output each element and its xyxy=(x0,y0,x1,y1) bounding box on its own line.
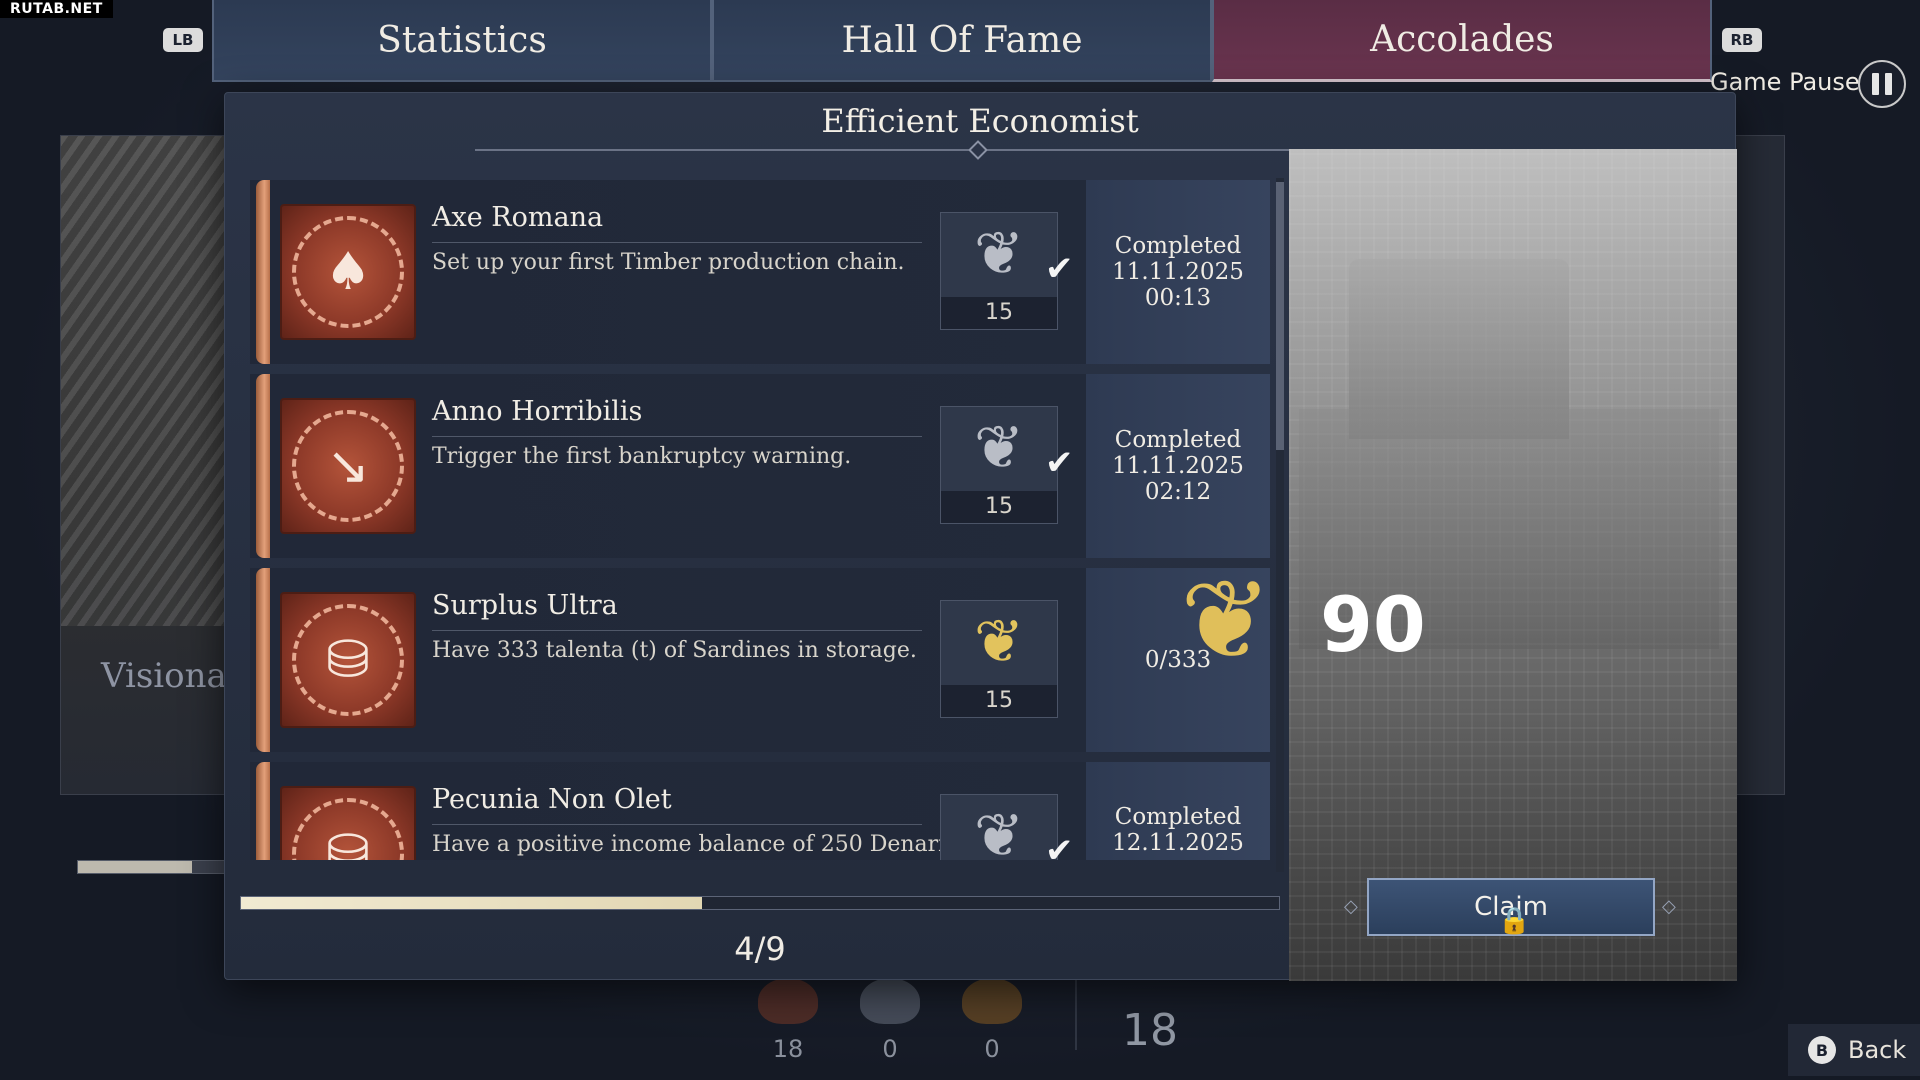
b-button-icon: B xyxy=(1808,1036,1836,1064)
reward-box: ❦ ✔ 15 xyxy=(940,794,1074,860)
status-time: 02:12 xyxy=(1144,479,1212,505)
name-divider xyxy=(432,630,922,631)
silver-count: 0 xyxy=(882,1035,898,1063)
achievement-status: Completed 12.11.2025 xyxy=(1086,762,1270,860)
silver-laurel-icon: ❦ xyxy=(973,801,1025,860)
reward-box: ❦ ✔ 15 xyxy=(940,212,1074,330)
achievement-list[interactable]: ♠ Axe Romana Set up your first Timber pr… xyxy=(250,180,1270,860)
name-divider xyxy=(432,824,922,825)
silver-laurel-icon: ❦ xyxy=(973,219,1025,289)
silver-medal-icon xyxy=(860,978,920,1024)
status-date: 12.11.2025 xyxy=(1112,830,1244,856)
tab-bar: Statistics Hall Of Fame Accolades xyxy=(212,0,1712,82)
achievement-row[interactable]: ⛁ Pecunia Non Olet Have a positive incom… xyxy=(250,762,1270,860)
background-card-label: Visionar xyxy=(101,656,244,696)
achievement-row[interactable]: ↘ Anno Horribilis Trigger the first bank… xyxy=(250,374,1270,558)
status-date: 11.11.2025 xyxy=(1112,259,1244,285)
lb-button[interactable]: LB xyxy=(163,28,203,52)
status-line-1: Completed xyxy=(1114,804,1242,830)
pause-icon[interactable] xyxy=(1858,60,1906,108)
tab-statistics[interactable]: Statistics xyxy=(212,0,712,82)
progress-bar xyxy=(240,896,1280,910)
achievement-name: Anno Horribilis xyxy=(432,396,643,427)
reward-points: 15 xyxy=(941,685,1057,717)
reward-artwork xyxy=(1289,149,1737,981)
coins-icon: ⛁ xyxy=(280,592,416,728)
achievement-description: Have 333 talenta (t) of Sardines in stor… xyxy=(432,638,917,663)
reward-points: 15 xyxy=(941,297,1057,329)
achievement-description: Trigger the first bankruptcy warning. xyxy=(432,444,852,469)
gold-count: 0 xyxy=(984,1035,1000,1063)
watermark: RUTAB.NET xyxy=(0,0,113,18)
name-divider xyxy=(432,436,922,437)
row-accent xyxy=(256,180,270,364)
bronze-count: 18 xyxy=(772,1035,804,1063)
gold-laurel-icon: ❦ xyxy=(1180,556,1273,684)
reward-box: ❦ ✔ 15 xyxy=(940,406,1074,524)
achievement-row[interactable]: ♠ Axe Romana Set up your first Timber pr… xyxy=(250,180,1270,364)
gold-medal-icon xyxy=(962,978,1022,1024)
back-label: Back xyxy=(1848,1036,1907,1064)
total-points: 90 xyxy=(1320,580,1426,669)
achievement-description: Have a positive income balance of 250 De… xyxy=(432,832,960,857)
row-accent xyxy=(256,568,270,752)
list-scrollbar[interactable] xyxy=(1276,178,1284,872)
falling-arrow-icon: ↘ xyxy=(280,398,416,534)
tab-hall-of-fame[interactable]: Hall Of Fame xyxy=(712,0,1212,82)
bottom-divider xyxy=(1075,980,1077,1050)
timber-icon: ♠ xyxy=(280,204,416,340)
achievement-name: Surplus Ultra xyxy=(432,590,618,621)
check-icon: ✔ xyxy=(1045,831,1074,860)
scroll-thumb[interactable] xyxy=(1276,182,1284,450)
bottom-total: 18 xyxy=(1122,1005,1178,1056)
background-card-right xyxy=(1735,135,1785,795)
check-icon: ✔ xyxy=(1045,249,1074,289)
achievement-status: Completed 11.11.2025 00:13 xyxy=(1086,180,1270,364)
game-paused-label: Game Paused xyxy=(1710,68,1875,96)
rb-button[interactable]: RB xyxy=(1722,28,1762,52)
achievement-status: Completed 11.11.2025 02:12 xyxy=(1086,374,1270,558)
check-icon: ✔ xyxy=(1045,443,1074,483)
status-time: 00:13 xyxy=(1144,285,1212,311)
bronze-medal-icon xyxy=(758,978,818,1024)
achievement-name: Axe Romana xyxy=(432,202,604,233)
coins-icon: ⛁ xyxy=(280,786,416,860)
status-line-1: Completed xyxy=(1114,427,1242,453)
reward-box: ❦ 15 xyxy=(940,600,1058,718)
back-button[interactable]: B Back xyxy=(1788,1024,1920,1076)
silver-laurel-icon: ❦ xyxy=(973,413,1025,483)
reward-points: 15 xyxy=(941,491,1057,523)
gold-laurel-icon: ❦ xyxy=(973,607,1025,677)
achievement-description: Set up your first Timber production chai… xyxy=(432,250,905,275)
name-divider xyxy=(432,242,922,243)
achievement-name: Pecunia Non Olet xyxy=(432,784,672,815)
status-date: 11.11.2025 xyxy=(1112,453,1244,479)
claim-right-diamond-icon: ◇ xyxy=(1662,896,1676,917)
panel-title: Efficient Economist xyxy=(821,102,1139,140)
progress-text: 4/9 xyxy=(734,930,786,968)
claim-left-diamond-icon: ◇ xyxy=(1344,896,1358,917)
lock-icon: 🔒 xyxy=(1498,906,1531,936)
row-accent xyxy=(256,762,270,860)
tab-accolades[interactable]: Accolades xyxy=(1212,0,1712,82)
row-accent xyxy=(256,374,270,558)
progress-fill xyxy=(241,897,702,909)
achievement-row[interactable]: ⛁ Surplus Ultra Have 333 talenta (t) of … xyxy=(250,568,1270,752)
status-line-1: Completed xyxy=(1114,233,1242,259)
